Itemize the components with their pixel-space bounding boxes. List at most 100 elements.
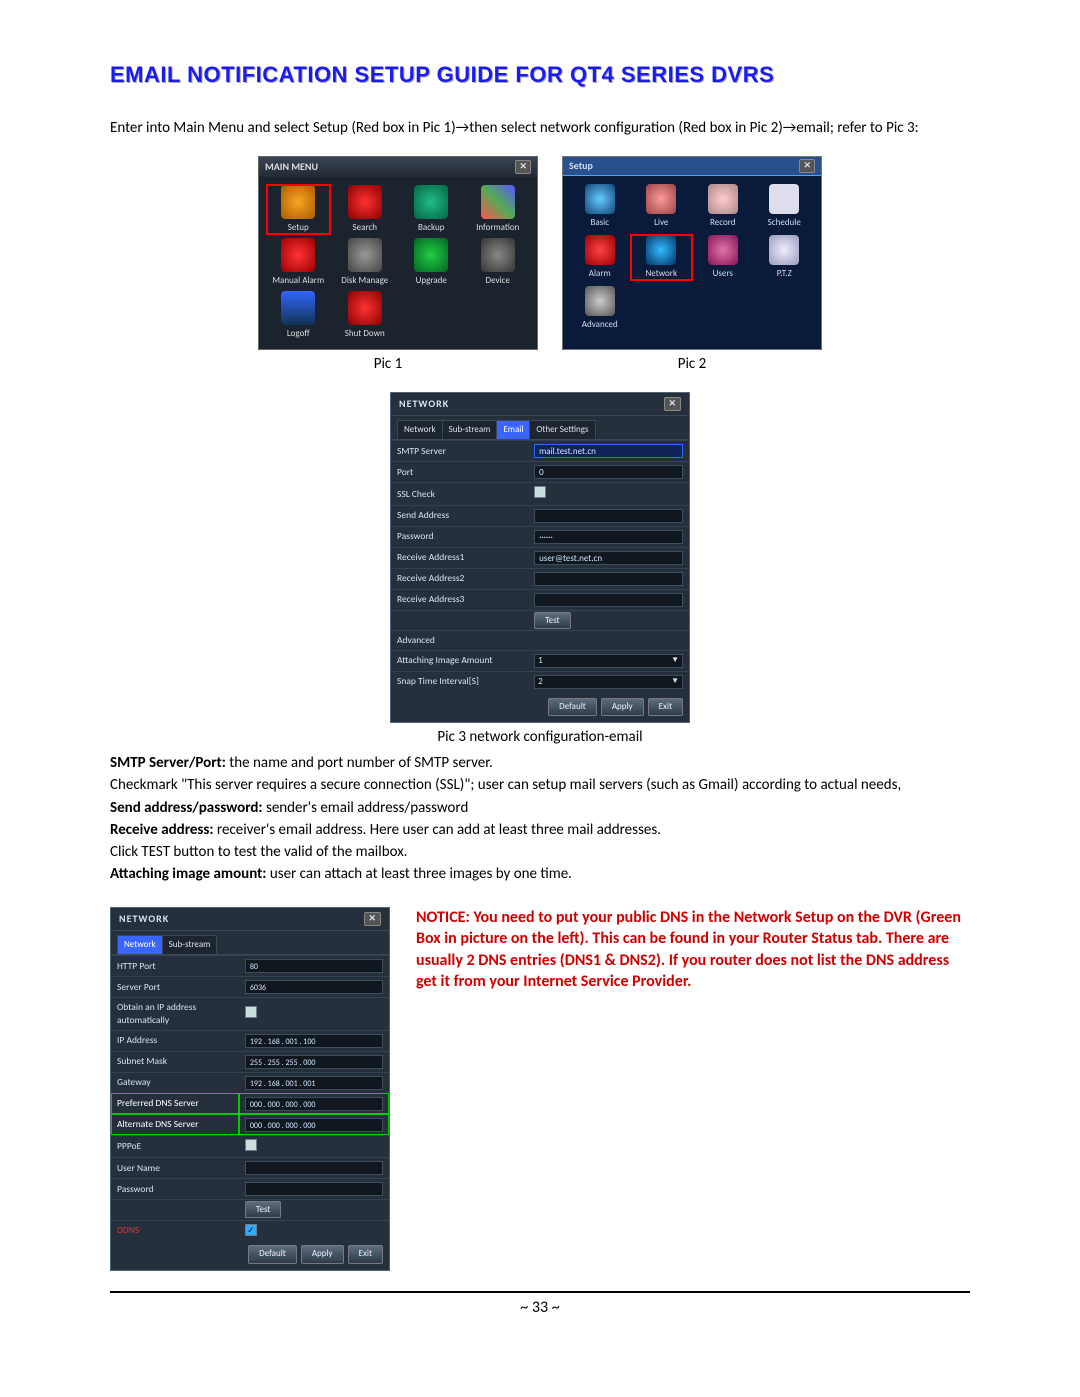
backup-icon — [414, 185, 448, 219]
checkbox-ssl[interactable] — [534, 486, 546, 498]
tab-substream[interactable]: Sub-stream — [442, 420, 498, 439]
ptz-icon — [769, 235, 799, 265]
setup-item-network[interactable]: Network — [631, 235, 693, 280]
caption-pic2: Pic 2 — [552, 354, 832, 374]
input[interactable] — [245, 1182, 383, 1196]
label-advanced: Advanced — [391, 630, 689, 650]
button-test[interactable]: Test — [245, 1201, 282, 1218]
menu-item-device[interactable]: Device — [467, 238, 530, 287]
label-recv3: Receive Address3 — [391, 589, 528, 610]
tab-substream[interactable]: Sub-stream — [162, 935, 218, 954]
page-title: EMAIL NOTIFICATION SETUP GUIDE FOR QT4 S… — [110, 60, 970, 90]
setup-item-ptz[interactable]: P.T.Z — [754, 235, 816, 280]
label-attach: Attaching Image Amount — [391, 650, 528, 671]
caption-pic1: Pic 1 — [248, 354, 528, 374]
close-icon[interactable]: ✕ — [364, 912, 381, 926]
shutdown-icon — [348, 291, 382, 325]
menu-item-information[interactable]: Information — [467, 185, 530, 234]
input-smtp[interactable]: mail.test.net.cn — [534, 444, 683, 458]
schedule-icon — [769, 184, 799, 214]
input-recv1[interactable]: user@test.net.cn — [534, 551, 683, 565]
dialog-network-email: NETWORK✕ Network Sub-stream Email Other … — [390, 392, 690, 723]
label: Obtain an IP address automatically — [111, 997, 239, 1030]
label-recv1: Receive Address1 — [391, 547, 528, 568]
figure-pic2: Setup✕ Basic Live Record Schedule Alarm … — [562, 156, 822, 350]
tab-network[interactable]: Network — [397, 420, 443, 439]
button-default[interactable]: Default — [248, 1245, 297, 1263]
label-recv2: Receive Address2 — [391, 568, 528, 589]
label: PPPoE — [111, 1135, 239, 1158]
label: User Name — [111, 1158, 239, 1179]
setup-item-advanced[interactable]: Advanced — [569, 286, 631, 331]
menu-item-disk-manage[interactable]: Disk Manage — [334, 238, 397, 287]
menu-item-manual-alarm[interactable]: Manual Alarm — [267, 238, 330, 287]
figure-pic1: MAIN MENU ✕ Setup Search Backup Informati… — [258, 156, 538, 350]
input-recv2[interactable] — [534, 572, 683, 586]
label-snap: Snap Time Interval[S] — [391, 671, 528, 692]
input[interactable]: 192 . 168 . 001 . 100 — [245, 1034, 383, 1048]
pic1-title: MAIN MENU — [265, 160, 318, 174]
setup-item-users[interactable]: Users — [692, 235, 754, 280]
button-default[interactable]: Default — [548, 698, 597, 716]
input-send[interactable] — [534, 509, 683, 523]
select-attach[interactable]: 1▼ — [534, 654, 683, 668]
checkbox[interactable]: ✓ — [245, 1224, 257, 1236]
menu-item-search[interactable]: Search — [334, 185, 397, 234]
close-icon[interactable]: ✕ — [664, 397, 681, 411]
button-apply[interactable]: Apply — [301, 1245, 344, 1263]
label: Password — [111, 1179, 239, 1200]
menu-item-upgrade[interactable]: Upgrade — [400, 238, 463, 287]
label-ssl: SSL Check — [391, 483, 528, 506]
input-password[interactable]: ······ — [534, 530, 683, 544]
input[interactable]: 80 — [245, 959, 383, 973]
upgrade-icon — [414, 238, 448, 272]
label: Alternate DNS Server — [111, 1114, 239, 1135]
input-port[interactable]: 0 — [534, 465, 683, 479]
select-snap[interactable]: 2▼ — [534, 675, 683, 689]
input[interactable] — [245, 1161, 383, 1175]
setup-item-schedule[interactable]: Schedule — [754, 184, 816, 229]
button-exit[interactable]: Exit — [348, 1245, 383, 1263]
network-icon — [646, 235, 676, 265]
button-test[interactable]: Test — [534, 612, 571, 629]
intro-text: Enter into Main Menu and select Setup (R… — [110, 118, 970, 138]
input[interactable]: 000 . 000 . 000 . 000 — [245, 1097, 383, 1111]
setup-item-basic[interactable]: Basic — [569, 184, 631, 229]
input-recv3[interactable] — [534, 593, 683, 607]
disk-icon — [348, 238, 382, 272]
label-port: Port — [391, 462, 528, 483]
dialog-network-settings: NETWORK✕ Network Sub-stream HTTP Port80S… — [110, 907, 390, 1271]
setup-item-live[interactable]: Live — [631, 184, 693, 229]
menu-item-logoff[interactable]: Logoff — [267, 291, 330, 340]
label-smtp: SMTP Server — [391, 441, 528, 462]
input[interactable]: 000 . 000 . 000 . 000 — [245, 1118, 383, 1132]
tab-other[interactable]: Other Settings — [529, 420, 595, 439]
input[interactable]: 255 . 255 . 255 . 000 — [245, 1055, 383, 1069]
info-icon — [481, 185, 515, 219]
page-number: ~ 33 ~ — [110, 1291, 970, 1319]
chevron-down-icon: ▼ — [671, 655, 679, 666]
checkbox[interactable] — [245, 1139, 257, 1151]
label: Preferred DNS Server — [111, 1093, 239, 1114]
pic2-title: Setup — [569, 159, 593, 173]
record-icon — [708, 184, 738, 214]
button-apply[interactable]: Apply — [601, 698, 644, 716]
setup-item-record[interactable]: Record — [692, 184, 754, 229]
menu-item-backup[interactable]: Backup — [400, 185, 463, 234]
dialog-title: NETWORK — [119, 912, 169, 926]
checkbox[interactable] — [245, 1006, 257, 1018]
input[interactable]: 192 . 168 . 001 . 001 — [245, 1076, 383, 1090]
basic-icon — [585, 184, 615, 214]
close-icon[interactable]: ✕ — [799, 159, 815, 173]
label: IP Address — [111, 1030, 239, 1051]
tab-network[interactable]: Network — [117, 935, 163, 954]
close-icon[interactable]: ✕ — [515, 160, 531, 174]
input[interactable]: 6036 — [245, 980, 383, 994]
notice-text: NOTICE: You need to put your public DNS … — [416, 907, 970, 993]
live-icon — [646, 184, 676, 214]
menu-item-setup[interactable]: Setup — [267, 185, 330, 234]
button-exit[interactable]: Exit — [648, 698, 683, 716]
setup-item-alarm[interactable]: Alarm — [569, 235, 631, 280]
tab-email[interactable]: Email — [496, 420, 530, 439]
menu-item-shutdown[interactable]: Shut Down — [334, 291, 397, 340]
